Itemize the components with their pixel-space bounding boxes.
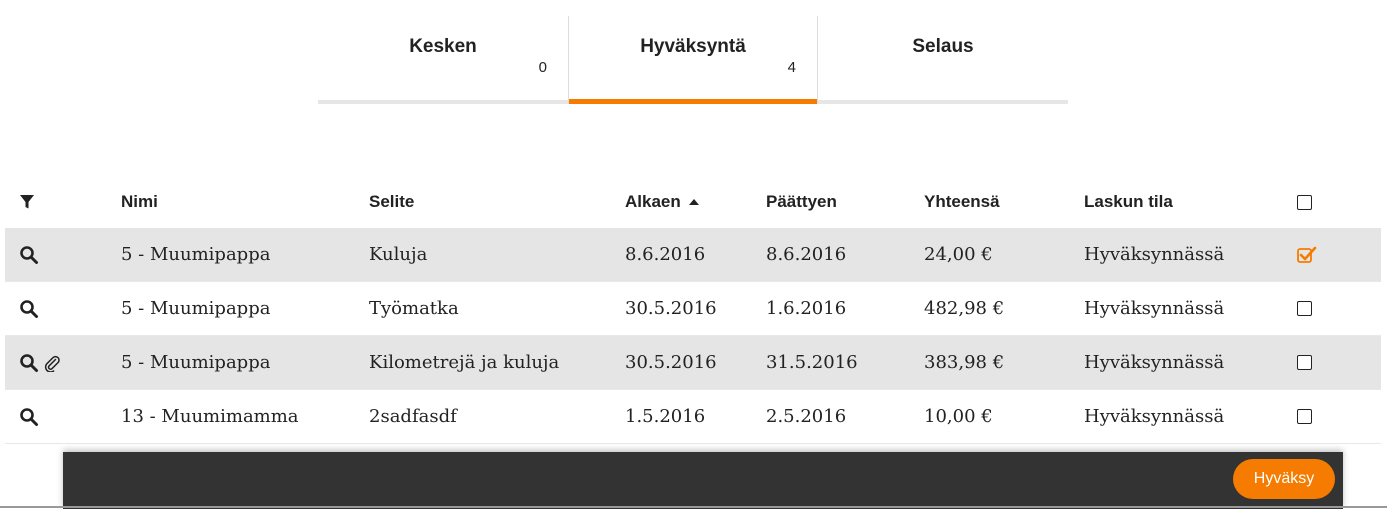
tab-kesken[interactable]: Kesken 0 bbox=[318, 16, 568, 104]
table-header-row: Nimi Selite Alkaen Päättyen Yhteensä Las… bbox=[5, 176, 1381, 228]
row-actions bbox=[19, 282, 39, 335]
cell-selite: 2sadfasdf bbox=[369, 406, 457, 427]
cell-nimi: 5 - Muumipappa bbox=[121, 352, 271, 373]
cell-nimi: 13 - Muumimamma bbox=[121, 406, 299, 427]
header-laskun-tila[interactable]: Laskun tila bbox=[1084, 176, 1173, 228]
search-icon[interactable] bbox=[19, 407, 39, 427]
row-actions bbox=[19, 390, 39, 443]
tab-title: Hyväksyntä bbox=[640, 36, 746, 57]
tab-title: Kesken bbox=[409, 36, 477, 57]
cell-laskun-tila: Hyväksynnässä bbox=[1084, 352, 1225, 373]
cell-nimi: 5 - Muumipappa bbox=[121, 298, 271, 319]
tab-selaus[interactable]: Selaus bbox=[818, 16, 1068, 104]
tab-count: 4 bbox=[787, 59, 796, 76]
header-alkaen-label: Alkaen bbox=[625, 192, 681, 211]
cell-yhteensa: 24,00 € bbox=[924, 244, 993, 265]
cell-yhteensa: 383,98 € bbox=[924, 352, 1005, 373]
table-row[interactable]: 5 - Muumipappa Kuluja 8.6.2016 8.6.2016 … bbox=[5, 228, 1381, 282]
tab-underline bbox=[318, 100, 568, 104]
cell-yhteensa: 10,00 € bbox=[924, 406, 993, 427]
paperclip-icon[interactable] bbox=[43, 354, 61, 372]
cell-paattyen: 2.5.2016 bbox=[766, 406, 847, 427]
search-icon[interactable] bbox=[19, 353, 39, 373]
tab-underline-active bbox=[569, 99, 817, 104]
cell-paattyen: 1.6.2016 bbox=[766, 298, 847, 319]
cell-selite: Kuluja bbox=[369, 244, 428, 265]
action-bar: Hyväksy bbox=[63, 452, 1343, 509]
search-icon[interactable] bbox=[19, 245, 39, 265]
header-paattyen[interactable]: Päättyen bbox=[766, 176, 837, 228]
cell-alkaen: 1.5.2016 bbox=[625, 406, 706, 427]
select-all-checkbox[interactable] bbox=[1297, 176, 1312, 228]
tab-count: 0 bbox=[538, 59, 547, 76]
row-checkbox[interactable] bbox=[1297, 336, 1312, 389]
cell-nimi: 5 - Muumipappa bbox=[121, 244, 271, 265]
header-selite[interactable]: Selite bbox=[369, 176, 414, 228]
header-alkaen[interactable]: Alkaen bbox=[625, 176, 699, 228]
tab-underline bbox=[818, 100, 1068, 104]
tab-hyvaksynta[interactable]: Hyväksyntä 4 bbox=[568, 16, 818, 104]
header-yhteensa[interactable]: Yhteensä bbox=[924, 176, 1000, 228]
cell-alkaen: 30.5.2016 bbox=[625, 352, 717, 373]
table-row[interactable]: 13 - Muumimamma 2sadfasdf 1.5.2016 2.5.2… bbox=[5, 390, 1381, 444]
cell-selite: Kilometrejä ja kuluja bbox=[369, 352, 560, 373]
cell-alkaen: 8.6.2016 bbox=[625, 244, 706, 265]
sort-ascending-icon bbox=[688, 199, 699, 205]
approve-button[interactable]: Hyväksy bbox=[1233, 459, 1335, 499]
cell-selite: Työmatka bbox=[369, 298, 459, 319]
tab-title: Selaus bbox=[912, 36, 974, 57]
table-row[interactable]: 5 - Muumipappa Kilometrejä ja kuluja 30.… bbox=[5, 336, 1381, 390]
header-nimi[interactable]: Nimi bbox=[121, 176, 158, 228]
cell-laskun-tila: Hyväksynnässä bbox=[1084, 298, 1225, 319]
row-checkbox-checked[interactable] bbox=[1297, 228, 1317, 281]
cell-yhteensa: 482,98 € bbox=[924, 298, 1005, 319]
divider bbox=[0, 506, 1387, 508]
filter-icon[interactable] bbox=[19, 176, 35, 228]
cell-laskun-tila: Hyväksynnässä bbox=[1084, 244, 1225, 265]
row-checkbox[interactable] bbox=[1297, 282, 1312, 335]
row-checkbox[interactable] bbox=[1297, 390, 1312, 443]
cell-laskun-tila: Hyväksynnässä bbox=[1084, 406, 1225, 427]
cell-paattyen: 8.6.2016 bbox=[766, 244, 847, 265]
row-actions bbox=[19, 228, 39, 281]
row-actions bbox=[19, 336, 61, 389]
tab-bar: Kesken 0 Hyväksyntä 4 Selaus bbox=[318, 16, 1068, 104]
cell-alkaen: 30.5.2016 bbox=[625, 298, 717, 319]
cell-paattyen: 31.5.2016 bbox=[766, 352, 858, 373]
search-icon[interactable] bbox=[19, 299, 39, 319]
table-row[interactable]: 5 - Muumipappa Työmatka 30.5.2016 1.6.20… bbox=[5, 282, 1381, 336]
expense-table: Nimi Selite Alkaen Päättyen Yhteensä Las… bbox=[5, 176, 1381, 444]
